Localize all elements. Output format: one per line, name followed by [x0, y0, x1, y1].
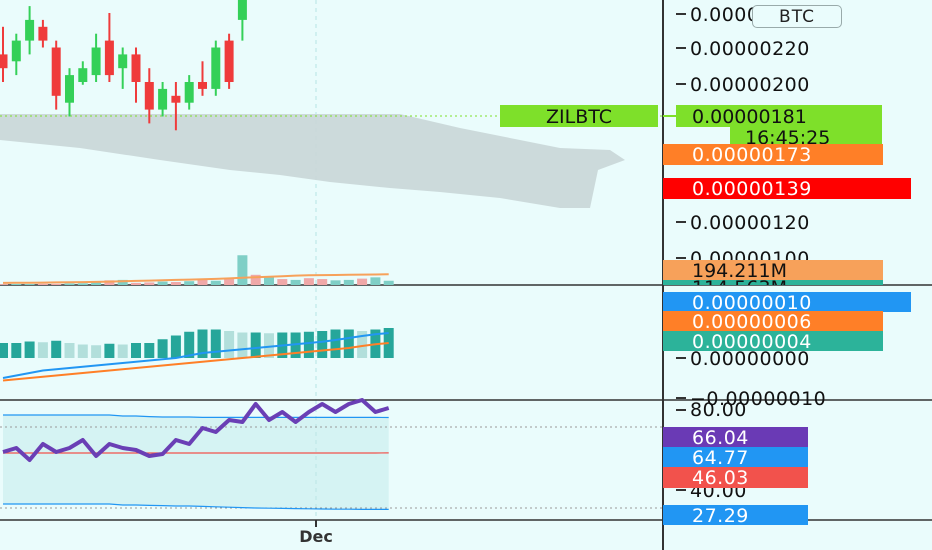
candle-body [224, 40, 234, 82]
volume-bar [277, 279, 288, 285]
rsi-badge-text: 66.04 [692, 427, 749, 449]
candle-body [184, 82, 194, 103]
rsi-mid-badge-text: 46.03 [692, 467, 749, 489]
candle-body [0, 54, 8, 69]
ma-red-badge-text: 0.00000139 [692, 178, 812, 200]
candle-body [38, 26, 48, 41]
macd-hist-bar [144, 343, 155, 358]
volume-bar [64, 283, 75, 285]
candle-body [158, 88, 168, 110]
volume-bar [370, 277, 381, 285]
macd-hist-bar [131, 343, 141, 358]
candle-body [211, 47, 221, 89]
volume-bar [77, 283, 88, 285]
macd-hist-bar [11, 343, 22, 358]
candle-body [144, 82, 154, 110]
macd-hist-bar [303, 331, 314, 358]
macd-hist-bar [343, 329, 354, 358]
macd-hist-bar [37, 342, 48, 358]
macd-hist-bar [51, 340, 62, 358]
candle-body [78, 68, 88, 82]
macd-hist-bar [237, 332, 248, 358]
volume-bar [197, 279, 208, 285]
candle-body [198, 82, 207, 89]
volume-bar [330, 280, 341, 285]
candle-body [237, 0, 247, 20]
candle-body [25, 19, 35, 41]
candle-body [104, 40, 114, 76]
macd-hist-bar [224, 331, 235, 358]
volume-bar [357, 278, 368, 285]
rsi-band [3, 415, 389, 510]
volume-bar [184, 281, 195, 285]
macd-hist-bar [170, 335, 181, 358]
volume-bar [290, 279, 301, 285]
volume-bar [264, 277, 274, 285]
volume-bar [303, 278, 314, 285]
last-price-badge-text: 0.00000181 [692, 106, 807, 128]
macd-hist-bar [24, 341, 35, 358]
volume-bar [131, 282, 141, 285]
volume-bar [37, 283, 48, 285]
signal-badge-text: 0.00000006 [692, 311, 812, 333]
hist-badge-text: 0.00000004 [692, 331, 812, 353]
macd-hist-bar [250, 332, 261, 358]
candle-body [131, 54, 141, 82]
price-tick-4: 0.00000120 [690, 212, 810, 234]
macd-hist-bar [91, 345, 102, 358]
macd-hist-bar [0, 343, 8, 358]
candle-body [51, 47, 61, 96]
symbol-compare-button[interactable]: BTC [752, 5, 842, 28]
candle-body [91, 47, 101, 76]
price-tick-3: 0.00000200 [690, 74, 810, 96]
macd-hist-bar [117, 344, 128, 358]
volume-bar [144, 282, 155, 285]
macd-hist-bar [104, 343, 115, 358]
volume-bar [317, 279, 328, 285]
ma-orange-badge-text: 0.00000173 [692, 144, 812, 166]
volume-bar [51, 283, 62, 285]
volume-bar [0, 284, 8, 285]
x-axis-label-dec: Dec [299, 527, 333, 546]
candle-body [171, 95, 181, 103]
macd-hist-bar [64, 343, 75, 358]
candle-body [11, 40, 21, 62]
macd-hist-bar [330, 329, 341, 358]
volume-bar [170, 282, 181, 285]
chart-canvas[interactable]: 0.0000240 0.00000220 0.00000200 0.000001… [0, 0, 932, 550]
volume-bar [11, 283, 22, 285]
rsi-tick-80: 80.00 [690, 399, 747, 421]
price-tick-2: 0.00000220 [690, 38, 810, 60]
symbol-badge-text: ZILBTC [546, 106, 612, 128]
rsi-lower-badge-text: 27.29 [692, 505, 749, 527]
candle-body [118, 54, 128, 69]
volume-bar [343, 279, 354, 285]
volume-bar [237, 255, 248, 285]
volume-bar [157, 281, 168, 285]
macd-hist-bar [157, 339, 168, 358]
macd-hist-bar [317, 331, 328, 358]
volume-badge-text: 194.211M [692, 260, 787, 282]
rsi-upper-badge-text: 64.77 [692, 447, 749, 469]
volume-bar [383, 280, 394, 285]
candle-body [65, 75, 74, 103]
macd-hist-bar [210, 329, 221, 358]
volume-bar [24, 284, 35, 285]
volume-bar [210, 280, 221, 285]
macd-hist-bar [77, 344, 88, 358]
